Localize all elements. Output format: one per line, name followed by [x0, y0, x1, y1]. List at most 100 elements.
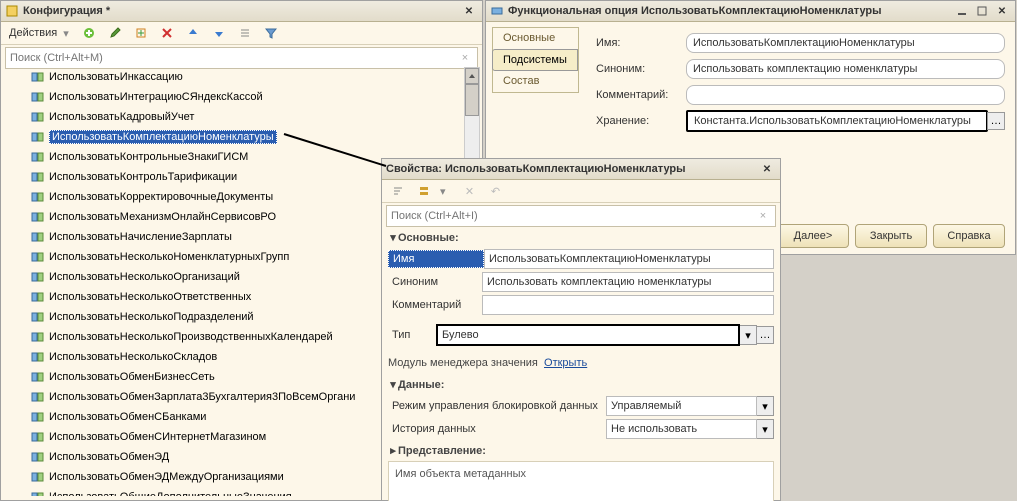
item-icon	[31, 231, 45, 243]
chevron-down-icon[interactable]: ▾	[757, 419, 774, 439]
scroll-up-icon[interactable]	[465, 68, 479, 84]
storage-browse-icon[interactable]: …	[987, 112, 1005, 130]
down-icon[interactable]	[207, 23, 231, 43]
option-form: Имя:ИспользоватьКомплектациюНоменклатуры…	[596, 29, 1005, 135]
history-label: История данных	[388, 421, 606, 437]
item-icon	[31, 151, 45, 163]
lockmode-input[interactable]: Управляемый	[606, 396, 757, 416]
maximize-icon[interactable]	[973, 3, 991, 19]
props-search[interactable]: ×	[386, 205, 776, 227]
config-search-input[interactable]	[6, 52, 453, 64]
tree-item-label: ИспользоватьНачислениеЗарплаты	[49, 231, 232, 243]
prop-comment-input[interactable]	[482, 295, 774, 315]
props-panel: Свойства: ИспользоватьКомплектациюНоменк…	[381, 158, 781, 501]
config-title: Конфигурация *	[23, 5, 110, 17]
prop-type-label: Тип	[388, 327, 436, 343]
help-button[interactable]: Справка	[933, 224, 1005, 248]
tree-item[interactable]: ИспользоватьИнкассацию	[5, 67, 466, 87]
tree-item-label: ИспользоватьОбменЗарплата3Бухгалтерия3По…	[49, 391, 355, 403]
delete-icon[interactable]	[155, 23, 179, 43]
props-undo-icon: ↶	[484, 181, 508, 201]
actions-menu[interactable]: Действия	[5, 27, 61, 39]
close-icon[interactable]: ✕	[993, 3, 1011, 19]
config-icon	[5, 4, 19, 18]
tab-content[interactable]: Состав	[493, 71, 578, 92]
item-icon	[31, 91, 45, 103]
storage-label: Хранение:	[596, 115, 686, 127]
name-input[interactable]: ИспользоватьКомплектациюНоменклатуры	[686, 33, 1005, 53]
insert-icon[interactable]	[129, 23, 153, 43]
list-icon[interactable]	[233, 23, 257, 43]
props-title: Свойства: ИспользоватьКомплектациюНоменк…	[386, 163, 686, 175]
section-data: ▾Данные: Режим управления блокировкой да…	[388, 378, 774, 440]
item-icon	[31, 71, 45, 83]
tree-item-label: ИспользоватьКадровыйУчет	[49, 111, 194, 123]
search-clear-icon[interactable]: ×	[453, 48, 477, 68]
up-icon[interactable]	[181, 23, 205, 43]
item-icon	[31, 291, 45, 303]
tree-item-label: ИспользоватьНесколькоСкладов	[49, 351, 217, 363]
lockmode-label: Режим управления блокировкой данных	[388, 398, 606, 414]
tree-item-label: ИспользоватьМеханизмОнлайнСервисовРО	[49, 211, 276, 223]
synonym-input[interactable]: Использовать комплектацию номенклатуры	[686, 59, 1005, 79]
item-icon	[31, 191, 45, 203]
tree-item-label: ИспользоватьИнкассацию	[49, 71, 183, 83]
comment-input[interactable]	[686, 85, 1005, 105]
section-presentation: ▸Представление:	[388, 444, 774, 457]
option-title: Функциональная опция ИспользоватьКомплек…	[508, 5, 882, 17]
item-icon	[31, 451, 45, 463]
tree-item[interactable]: ИспользоватьИнтеграциюСЯндексКассой	[5, 87, 466, 107]
item-icon	[31, 331, 45, 343]
tree-item-label: ИспользоватьНесколькоПроизводственныхКал…	[49, 331, 333, 343]
open-link[interactable]: Открыть	[544, 357, 587, 369]
tab-main[interactable]: Основные	[493, 28, 578, 49]
config-titlebar: Конфигурация * ✕	[1, 1, 482, 22]
search-clear-icon[interactable]: ×	[751, 206, 775, 226]
item-icon	[31, 351, 45, 363]
option-icon	[490, 4, 504, 18]
tree-item-label: ИспользоватьОбменЭДМеждуОрганизациями	[49, 471, 284, 483]
item-icon	[31, 471, 45, 483]
tree-item-label: ИспользоватьОбменБизнесСеть	[49, 371, 215, 383]
props-sort-icon[interactable]	[386, 181, 410, 201]
tree-item-label: ИспользоватьИнтеграциюСЯндексКассой	[49, 91, 263, 103]
filter-icon[interactable]	[259, 23, 283, 43]
close-icon[interactable]: ✕	[758, 161, 776, 177]
option-titlebar: Функциональная опция ИспользоватьКомплек…	[486, 1, 1015, 22]
prop-name-input[interactable]: ИспользоватьКомплектациюНоменклатуры	[484, 249, 774, 269]
item-icon	[31, 251, 45, 263]
tree-item-label: ИспользоватьКонтрольныеЗнакиГИСМ	[49, 151, 248, 163]
edit-icon[interactable]	[103, 23, 127, 43]
config-search[interactable]: ×	[5, 47, 478, 69]
type-browse-icon[interactable]: …	[756, 326, 774, 344]
prop-name-label[interactable]: Имя	[388, 250, 484, 268]
section-main-header[interactable]: ▾Основные:	[388, 231, 774, 244]
close-icon[interactable]: ✕	[460, 3, 478, 19]
section-presentation-header[interactable]: ▸Представление:	[388, 444, 774, 457]
props-search-input[interactable]	[387, 210, 751, 222]
close-button[interactable]: Закрыть	[855, 224, 927, 248]
history-input[interactable]: Не использовать	[606, 419, 757, 439]
help-area: Имя объекта метаданных	[388, 461, 774, 501]
item-icon	[31, 311, 45, 323]
item-icon	[31, 431, 45, 443]
tree-item[interactable]: ИспользоватьКомплектациюНоменклатуры	[5, 127, 466, 147]
section-main: ▾Основные: ИмяИспользоватьКомплектациюНо…	[388, 231, 774, 374]
tree-item[interactable]: ИспользоватьКадровыйУчет	[5, 107, 466, 127]
prop-synonym-input[interactable]: Использовать комплектацию номенклатуры	[482, 272, 774, 292]
props-categ-icon[interactable]	[412, 181, 436, 201]
chevron-down-icon[interactable]: ▾	[757, 396, 774, 416]
prop-type-input[interactable]: Булево	[436, 324, 740, 346]
chevron-down-icon[interactable]: ▾	[740, 325, 757, 345]
item-icon	[31, 411, 45, 423]
item-icon	[31, 271, 45, 283]
minimize-icon[interactable]	[953, 3, 971, 19]
config-toolbar: Действия ▾	[1, 22, 482, 45]
tab-subsystems[interactable]: Подсистемы	[492, 49, 578, 71]
add-icon[interactable]	[77, 23, 101, 43]
scroll-thumb[interactable]	[465, 84, 479, 116]
next-button[interactable]: Далее>	[777, 224, 849, 248]
props-del-icon: ✕	[458, 181, 482, 201]
storage-input[interactable]: Константа.ИспользоватьКомплектациюНоменк…	[686, 110, 988, 132]
section-data-header[interactable]: ▾Данные:	[388, 378, 774, 391]
